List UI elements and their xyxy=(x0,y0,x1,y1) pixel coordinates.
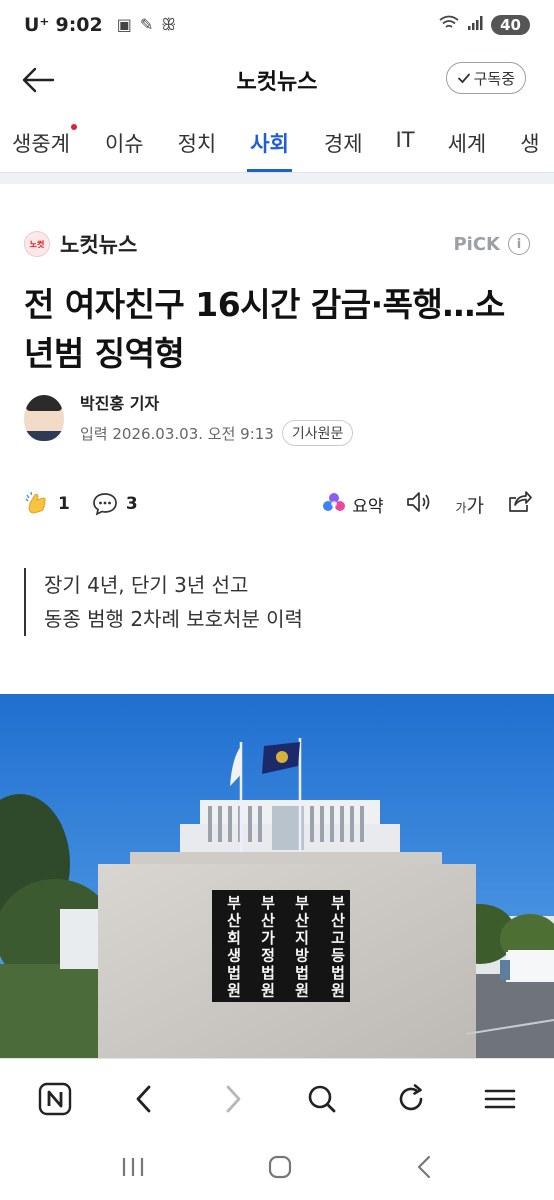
chevron-left-icon xyxy=(136,1085,150,1112)
check-icon xyxy=(457,73,470,84)
subscribe-label: 구독중 xyxy=(473,69,515,88)
font-small-glyph: 가 xyxy=(455,500,467,515)
refresh-icon xyxy=(399,1083,422,1110)
comment-count: 3 xyxy=(125,494,138,514)
browser-back-button[interactable] xyxy=(118,1073,170,1125)
tab-label: IT xyxy=(395,128,415,152)
tab-label: 이슈 xyxy=(104,132,144,156)
tab-society[interactable]: 사회 xyxy=(247,118,292,172)
notification-icons: ▣ ✎ ꕥ xyxy=(117,15,176,35)
like-button[interactable]: 1 xyxy=(24,491,70,517)
back-button[interactable] xyxy=(18,60,58,100)
tab-issue[interactable]: 이슈 xyxy=(105,118,144,172)
back-chevron-icon xyxy=(417,1155,430,1179)
font-size-button[interactable]: 가가 xyxy=(455,491,484,518)
recents-icon xyxy=(123,1158,144,1176)
subscribe-button[interactable]: 구독중 xyxy=(445,62,526,94)
pick-badge[interactable]: PiCK i xyxy=(453,233,530,255)
ai-sparkle-icon xyxy=(323,493,346,511)
summary-label: 요약 xyxy=(352,496,384,517)
court-sign: 부산가정법원 xyxy=(261,894,275,1000)
pick-label: PiCK xyxy=(453,233,500,255)
clock: 9:02 xyxy=(55,14,103,36)
tab-live[interactable]: 생중계 xyxy=(12,118,77,172)
battery-indicator: 40 xyxy=(491,15,530,35)
clap-icon xyxy=(25,491,46,514)
article-headline: 전 여자친구 16시간 감금·폭행…소년범 징역형 xyxy=(24,285,505,373)
category-tabs: 생중계 이슈 정치 사회 경제 IT 세계 생 xyxy=(0,118,554,172)
tab-label: 사회 xyxy=(250,132,289,156)
tab-label: 정치 xyxy=(177,132,217,156)
summary-button[interactable]: 요약 xyxy=(322,492,383,517)
naver-n-icon xyxy=(38,1082,71,1115)
tab-label: 경제 xyxy=(323,132,363,156)
home-icon xyxy=(268,1155,292,1179)
like-count: 1 xyxy=(58,494,70,514)
menu-button[interactable] xyxy=(474,1073,526,1125)
recent-apps-button[interactable] xyxy=(120,1156,146,1182)
page-title: 노컷뉴스 xyxy=(236,70,318,95)
reload-button[interactable] xyxy=(385,1073,437,1125)
court-building xyxy=(180,800,400,854)
publisher-logo-text: 노컷 xyxy=(29,239,45,249)
pen-icon: ✎ xyxy=(139,15,154,34)
summary-line: 장기 4년, 단기 3년 선고 xyxy=(44,573,249,597)
status-bar: U⁺ 9:02 ▣ ✎ ꕥ 40 xyxy=(0,0,554,50)
speaker-icon xyxy=(407,492,430,512)
original-article-button[interactable]: 기사원문 xyxy=(281,420,354,446)
search-icon xyxy=(308,1085,335,1112)
search-button[interactable] xyxy=(296,1073,348,1125)
info-icon[interactable]: i xyxy=(508,233,530,255)
share-button[interactable] xyxy=(506,490,532,518)
court-sign: 부산회생법원 xyxy=(227,894,241,1000)
comment-icon xyxy=(92,493,117,516)
app-header: 노컷뉴스 구독중 xyxy=(0,52,554,108)
browser-toolbar xyxy=(0,1058,554,1138)
system-nav-bar xyxy=(0,1138,554,1200)
publisher-logo[interactable]: 노컷 xyxy=(24,231,50,257)
byline: 박진홍 기자 입력 2026.03.03. 오전 9:13 기사원문 xyxy=(24,390,530,446)
summary-line: 동종 범행 2차례 보호처분 이력 xyxy=(44,607,303,631)
font-big-glyph: 가 xyxy=(466,494,484,517)
tab-economy[interactable]: 경제 xyxy=(324,118,363,172)
tab-world[interactable]: 세계 xyxy=(448,118,487,172)
signal-icon xyxy=(467,15,483,35)
court-sign: 부산지방법원 xyxy=(295,894,309,1000)
publish-date: 입력 2026.03.03. 오전 9:13 xyxy=(80,424,274,443)
tab-life[interactable]: 생 xyxy=(520,118,539,172)
tab-label: 생 xyxy=(520,132,540,156)
reporter-avatar[interactable] xyxy=(24,395,64,441)
truck xyxy=(500,950,554,980)
butterfly-icon: ꕥ xyxy=(161,15,177,34)
article-summary: 장기 4년, 단기 3년 선고 동종 범행 2차례 보호처분 이력 xyxy=(24,568,530,636)
tab-label: 생중계 xyxy=(12,132,70,156)
share-icon xyxy=(509,491,532,512)
court-sign: 부산고등법원 xyxy=(331,894,345,1000)
system-back-button[interactable] xyxy=(414,1154,434,1184)
tts-button[interactable] xyxy=(405,490,433,518)
browser-forward-button[interactable] xyxy=(207,1073,259,1125)
tabs-divider xyxy=(0,172,554,184)
new-dot xyxy=(70,124,77,130)
tab-it[interactable]: IT xyxy=(396,118,415,172)
publisher-row: 노컷 노컷뉴스 PiCK i xyxy=(24,228,530,260)
wifi-icon xyxy=(439,15,459,35)
tab-politics[interactable]: 정치 xyxy=(178,118,217,172)
home-button[interactable] xyxy=(267,1154,293,1184)
hamburger-menu-icon xyxy=(484,1089,515,1108)
article-photo[interactable]: 부산고등법원 부산지방법원 부산가정법원 부산회생법원 xyxy=(0,694,554,1058)
chevron-right-icon xyxy=(226,1085,240,1112)
tab-label: 세계 xyxy=(447,132,487,156)
comment-button[interactable]: 3 xyxy=(92,492,138,516)
publisher-name[interactable]: 노컷뉴스 xyxy=(60,229,137,259)
action-bar: 1 3 요약 가가 xyxy=(24,486,532,522)
back-arrow-icon xyxy=(22,67,55,93)
screenshot-icon: ▣ xyxy=(116,15,132,34)
carrier-label: U⁺ xyxy=(24,14,50,36)
naver-home-button[interactable] xyxy=(29,1073,81,1125)
stone-monument xyxy=(98,852,476,1058)
reporter-name[interactable]: 박진홍 기자 xyxy=(80,390,353,414)
